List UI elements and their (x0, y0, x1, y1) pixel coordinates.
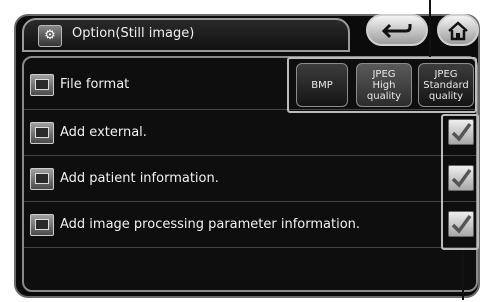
add-processing-params-icon (30, 214, 54, 236)
home-button[interactable] (437, 14, 479, 46)
format-jpeg-standard-button[interactable]: JPEG Standard quality (418, 63, 474, 107)
format-jpeg-high-button[interactable]: JPEG High quality (356, 63, 412, 107)
row-divider (24, 201, 476, 202)
add-external-checkbox[interactable] (448, 119, 474, 145)
add-patient-info-label: Add patient information. (60, 171, 219, 186)
add-processing-params-label: Add image processing parameter informati… (60, 217, 361, 232)
row-divider (24, 247, 476, 248)
add-patient-info-icon (30, 168, 54, 190)
add-external-icon (30, 122, 54, 144)
file-format-icon (30, 74, 54, 96)
add-external-label: Add external. (60, 125, 147, 140)
page-title: Option(Still image) (72, 26, 195, 41)
file-format-label: File format (60, 77, 130, 92)
gear-icon: ⚙ (38, 25, 62, 47)
callout-line (462, 250, 464, 300)
add-processing-params-checkbox[interactable] (448, 211, 474, 237)
check-icon (451, 122, 472, 142)
home-icon (448, 21, 468, 41)
callout-line (429, 0, 431, 57)
add-patient-info-checkbox[interactable] (448, 165, 474, 191)
back-arrow-icon (381, 23, 412, 39)
back-button[interactable] (366, 14, 428, 46)
row-divider (24, 155, 476, 156)
format-bmp-button[interactable]: BMP (296, 63, 348, 107)
check-icon (451, 214, 472, 234)
check-icon (451, 168, 472, 188)
